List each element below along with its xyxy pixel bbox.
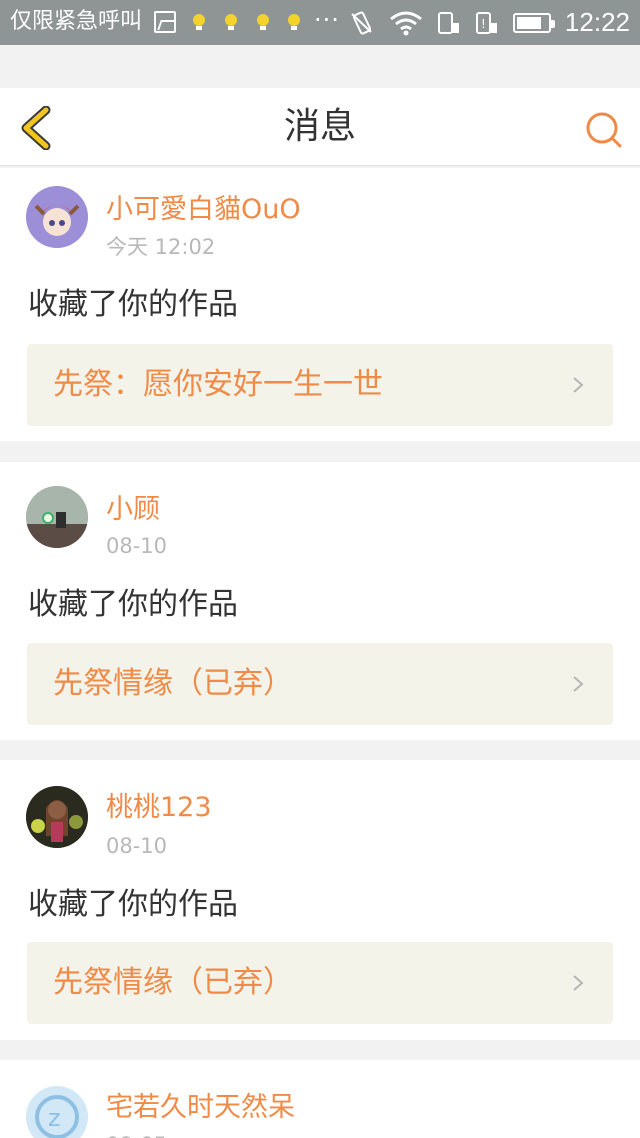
timestamp: 08-10 — [106, 534, 168, 558]
carrier-text: 仅限紧急呼叫 — [10, 9, 143, 34]
timestamp: 今天 12:02 — [106, 235, 216, 259]
action-text: 收藏了你的作品 — [28, 587, 238, 622]
timestamp: 08-10 — [106, 834, 168, 858]
battery-icon — [512, 12, 555, 33]
message-card: 桃桃123 08-10 收藏了你的作品 先祭情缘（已弃） — [0, 760, 640, 1040]
work-title: 先祭：愿你安好一生一世 — [53, 367, 383, 402]
avatar-image: z — [26, 1086, 88, 1138]
avatar[interactable] — [26, 186, 88, 248]
status-bar: 仅限紧急呼叫 ··· ! 12:22 — [0, 0, 640, 45]
avatar-image — [26, 186, 88, 248]
more-notifications-dots: ··· — [314, 6, 340, 34]
sim-signal-icon — [437, 11, 459, 34]
avatar[interactable] — [26, 486, 88, 548]
app-header: 消息 — [0, 88, 640, 166]
bulb-notification-icon — [225, 14, 237, 30]
bulb-notification-icon — [257, 14, 269, 30]
bulb-notification-icon — [288, 14, 300, 30]
chevron-right-icon — [573, 377, 584, 393]
work-title: 先祭情缘（已弃） — [53, 666, 293, 701]
action-text: 收藏了你的作品 — [28, 287, 238, 322]
username[interactable]: 小可愛白貓OuO — [106, 194, 301, 226]
chevron-right-icon — [573, 676, 584, 692]
avatar[interactable] — [26, 786, 88, 848]
work-title: 先祭情缘（已弃） — [53, 965, 293, 1000]
avatar[interactable]: z — [26, 1086, 88, 1138]
sim-signal-icon: ! — [475, 11, 497, 34]
work-link[interactable]: 先祭情缘（已弃） — [27, 643, 613, 725]
vibrate-icon — [351, 10, 372, 35]
username[interactable]: 宅若久时天然呆 — [106, 1092, 295, 1124]
search-icon[interactable] — [584, 110, 624, 150]
message-card: 小顾 08-10 收藏了你的作品 先祭情缘（已弃） — [0, 462, 640, 740]
chevron-right-icon — [573, 975, 584, 991]
wifi-icon — [389, 11, 422, 35]
timestamp: 08-05 — [106, 1132, 167, 1138]
message-card: 小可愛白貓OuO 今天 12:02 收藏了你的作品 先祭：愿你安好一生一世 — [0, 168, 640, 441]
bulb-notification-icon — [193, 14, 205, 30]
page-title: 消息 — [283, 106, 356, 147]
username[interactable]: 小顾 — [106, 494, 160, 526]
svg-text:!: ! — [481, 17, 486, 31]
svg-text:z: z — [48, 1104, 61, 1132]
work-link[interactable]: 先祭：愿你安好一生一世 — [27, 344, 613, 426]
action-text: 收藏了你的作品 — [28, 887, 238, 922]
clock: 12:22 — [564, 7, 630, 37]
avatar-image — [26, 786, 88, 848]
message-card: z 宅若久时天然呆 08-05 — [0, 1060, 640, 1138]
work-link[interactable]: 先祭情缘（已弃） — [27, 942, 613, 1024]
image-notification-icon — [154, 11, 176, 33]
username[interactable]: 桃桃123 — [106, 792, 212, 824]
avatar-image — [26, 486, 88, 548]
